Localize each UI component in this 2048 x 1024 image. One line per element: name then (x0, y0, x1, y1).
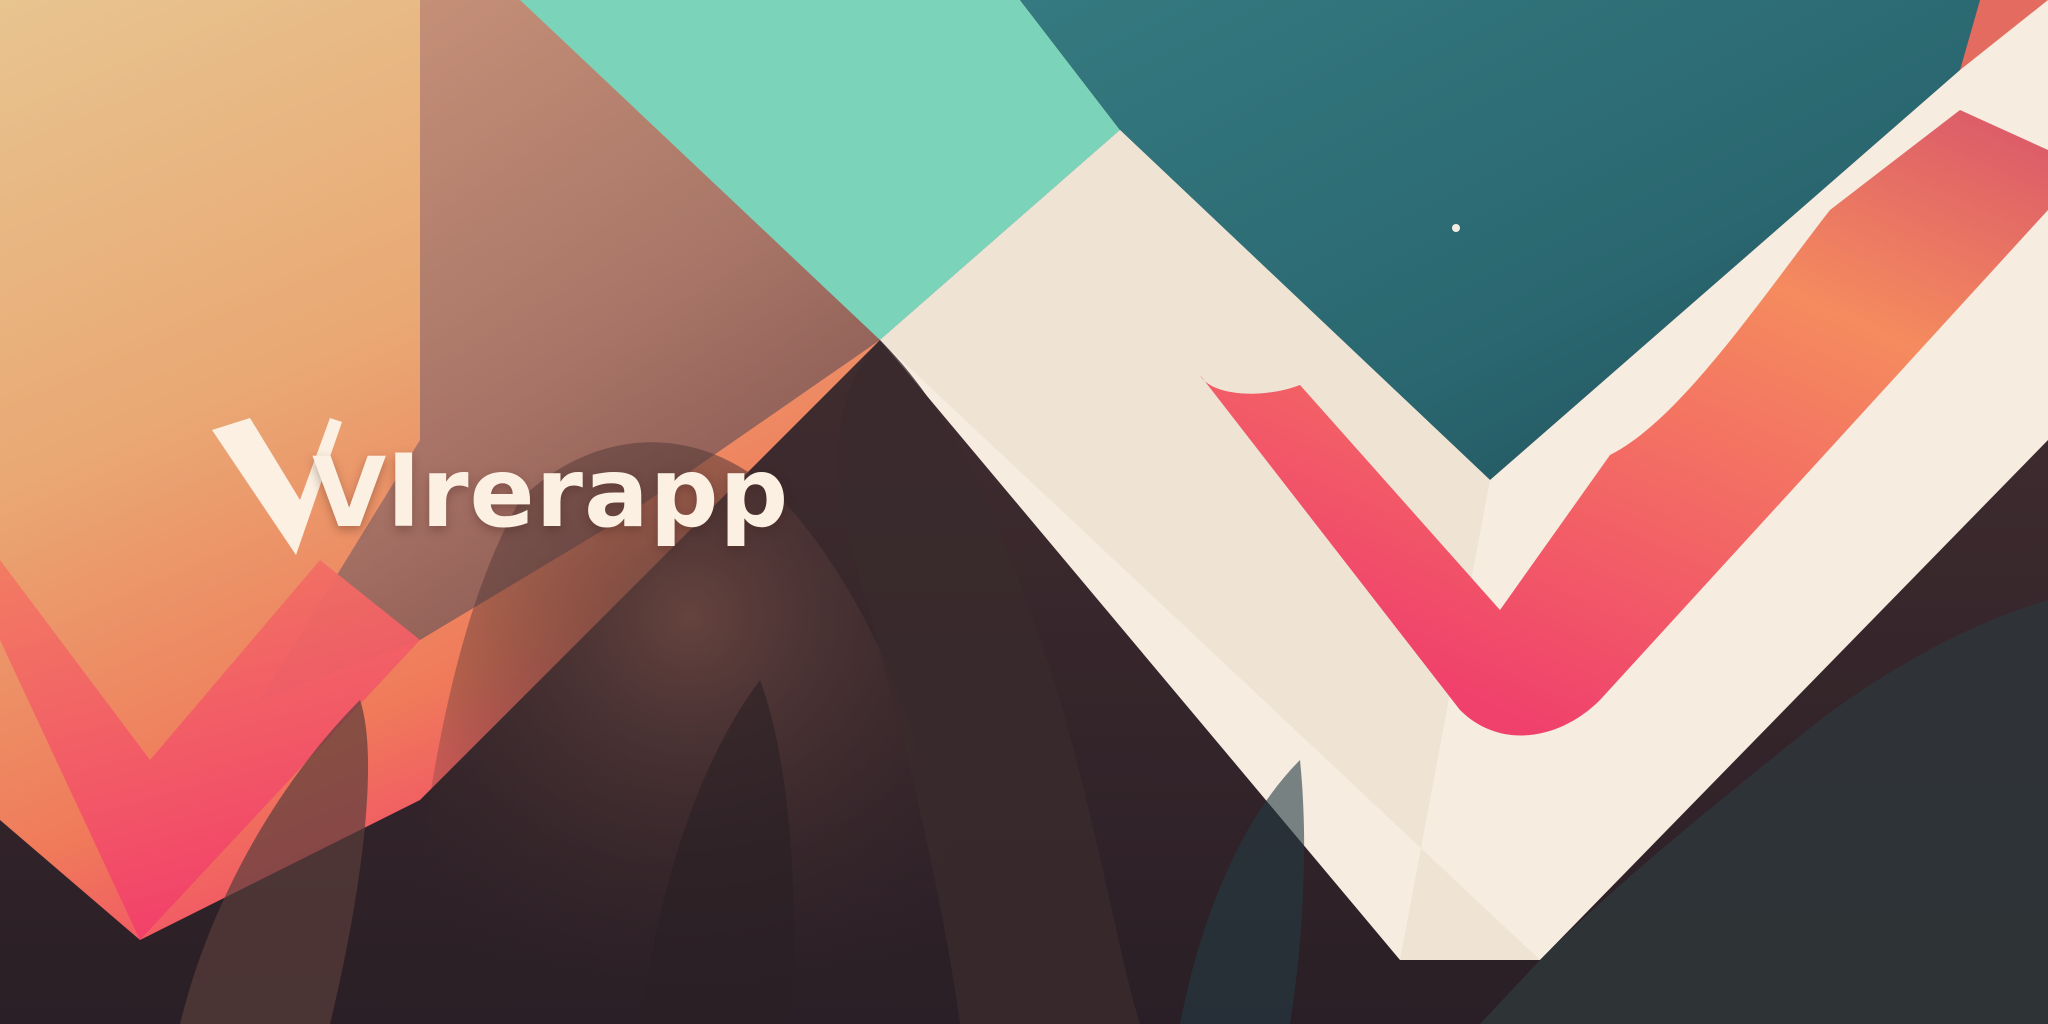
banner-artwork: Vlrerapp (0, 0, 2048, 1024)
brand-wordmark: Vlrerapp (212, 408, 842, 578)
brand-name-text: Vlrerapp (312, 437, 790, 549)
